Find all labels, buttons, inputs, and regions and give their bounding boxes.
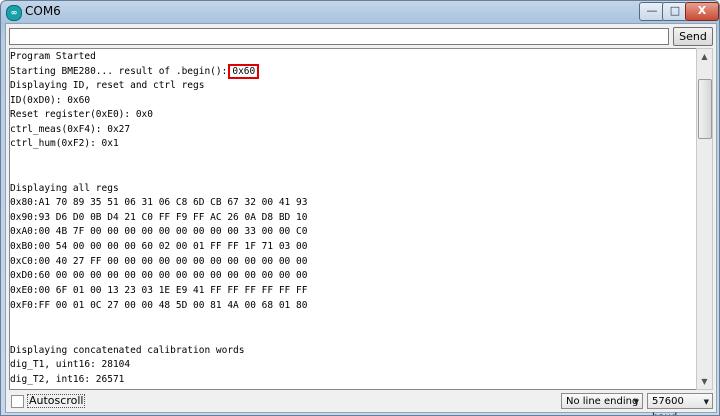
chevron-down-icon: ▼ xyxy=(633,398,639,406)
autoscroll-checkbox[interactable] xyxy=(11,395,24,408)
bottom-bar: Autoscroll No line ending ▼ 57600 baud ▼ xyxy=(6,390,716,415)
output-line: 0x80:A1 70 89 35 51 06 31 06 C8 6D CB 67… xyxy=(10,197,308,208)
output-line: 0xC0:00 40 27 FF 00 00 00 00 00 00 00 00… xyxy=(10,256,308,267)
output-line: 0xD0:60 00 00 00 00 00 00 00 00 00 00 00… xyxy=(10,270,308,281)
output-line: Starting BME280... result of .begin(): 0x… xyxy=(10,64,260,79)
output-line: 0xA0:00 4B 7F 00 00 00 00 00 00 00 00 00… xyxy=(10,226,308,237)
window-title: COM6 xyxy=(25,4,61,18)
output-line: ctrl_hum(0xF2): 0x1 xyxy=(10,138,119,149)
send-button[interactable]: Send xyxy=(673,27,713,46)
output-line: 0xB0:00 54 00 00 00 00 60 02 00 01 FF FF… xyxy=(10,241,308,252)
autoscroll-label[interactable]: Autoscroll xyxy=(27,394,86,408)
output-line: Program Started xyxy=(10,51,96,62)
line-ending-value: No line ending xyxy=(566,396,639,407)
title-bar: ∞ COM6 — □ X xyxy=(1,1,719,23)
output-line: ctrl_meas(0xF4): 0x27 xyxy=(10,124,131,135)
highlighted-value: 0x60 xyxy=(228,64,260,79)
output-line: dig_T2, int16: 26571 xyxy=(10,374,125,385)
scroll-down-arrow-icon[interactable]: ▼ xyxy=(697,374,712,389)
chevron-down-icon: ▼ xyxy=(703,398,709,406)
output-line: Displaying concatenated calibration word… xyxy=(10,345,245,356)
send-input[interactable] xyxy=(9,28,669,45)
vertical-scrollbar[interactable]: ▲ ▼ xyxy=(696,48,713,390)
output-line: Displaying all regs xyxy=(10,183,119,194)
output-line: dig_T1, uint16: 28104 xyxy=(10,359,131,370)
output-line: Reset register(0xE0): 0x0 xyxy=(10,109,153,120)
output-line: Displaying ID, reset and ctrl regs xyxy=(10,80,205,91)
output-line: 0xF0:FF 00 01 0C 27 00 00 48 5D 00 81 4A… xyxy=(10,300,308,311)
output-line: 0x90:93 D6 D0 0B D4 21 C0 FF F9 FF AC 26… xyxy=(10,212,308,223)
output-line: ID(0xD0): 0x60 xyxy=(10,95,91,106)
line-ending-select[interactable]: No line ending ▼ xyxy=(561,393,643,409)
scroll-up-arrow-icon[interactable]: ▲ xyxy=(697,49,712,64)
baud-rate-value: 57600 baud xyxy=(652,396,684,415)
serial-monitor-body: Send Program Started Starting BME280... … xyxy=(5,23,717,415)
output-line: 0xE0:00 6F 01 00 13 23 03 1E E9 41 FF FF… xyxy=(10,285,308,296)
serial-monitor-window: ∞ COM6 — □ X Send Program Started Starti… xyxy=(0,0,720,416)
arduino-logo-icon: ∞ xyxy=(6,5,22,21)
output-line-text: Starting BME280... result of .begin(): xyxy=(10,66,228,77)
serial-output[interactable]: Program Started Starting BME280... resul… xyxy=(9,48,697,390)
baud-rate-select[interactable]: 57600 baud ▼ xyxy=(647,393,713,415)
close-button[interactable]: X xyxy=(685,2,719,21)
scrollbar-thumb[interactable] xyxy=(698,79,712,139)
